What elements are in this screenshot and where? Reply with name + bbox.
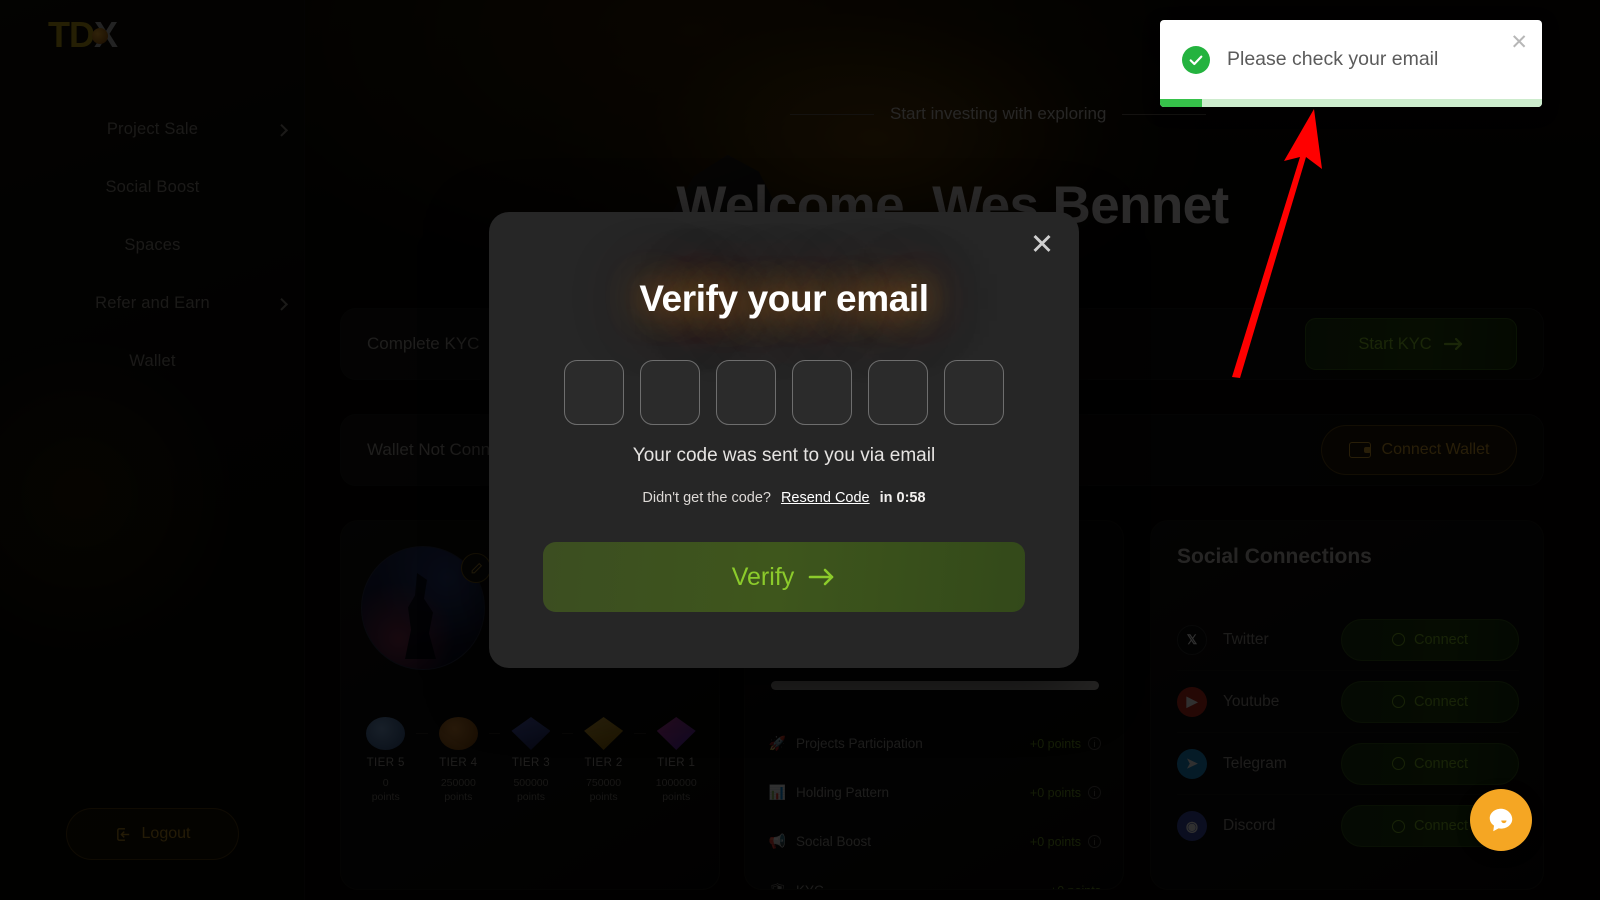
resend-row: Didn't get the code? Resend Code in 0:58 xyxy=(489,490,1079,506)
resend-timer: in 0:58 xyxy=(879,490,926,506)
close-icon[interactable]: ✕ xyxy=(1025,228,1059,262)
otp-input-group xyxy=(489,360,1079,425)
otp-digit-6[interactable] xyxy=(944,360,1004,425)
resend-question: Didn't get the code? xyxy=(642,490,771,506)
toast-message: Please check your email xyxy=(1227,48,1439,70)
toast-progress-fill xyxy=(1160,99,1203,107)
arrow-right-icon xyxy=(808,568,834,586)
verify-label: Verify xyxy=(731,562,795,591)
otp-subtitle: Your code was sent to you via email xyxy=(632,445,936,466)
verify-button[interactable]: Verify xyxy=(543,542,1025,612)
toast-notification: Please check your email ✕ xyxy=(1160,20,1542,107)
toast-progress-track xyxy=(1160,99,1542,107)
chat-bubble-icon xyxy=(1489,808,1513,832)
modal-title: Verify your email xyxy=(639,278,929,319)
check-circle-icon xyxy=(1182,45,1210,74)
resend-code-link[interactable]: Resend Code xyxy=(781,490,870,506)
otp-digit-2[interactable] xyxy=(640,360,700,425)
toast-body: Please check your email xyxy=(1160,20,1542,99)
otp-digit-5[interactable] xyxy=(868,360,928,425)
verify-email-modal: ✕ Verify your email Your code was sent t… xyxy=(489,212,1079,668)
otp-digit-4[interactable] xyxy=(792,360,852,425)
otp-digit-1[interactable] xyxy=(564,360,624,425)
chat-widget-button[interactable] xyxy=(1470,789,1532,851)
otp-digit-3[interactable] xyxy=(716,360,776,425)
close-icon[interactable]: ✕ xyxy=(1510,32,1528,53)
